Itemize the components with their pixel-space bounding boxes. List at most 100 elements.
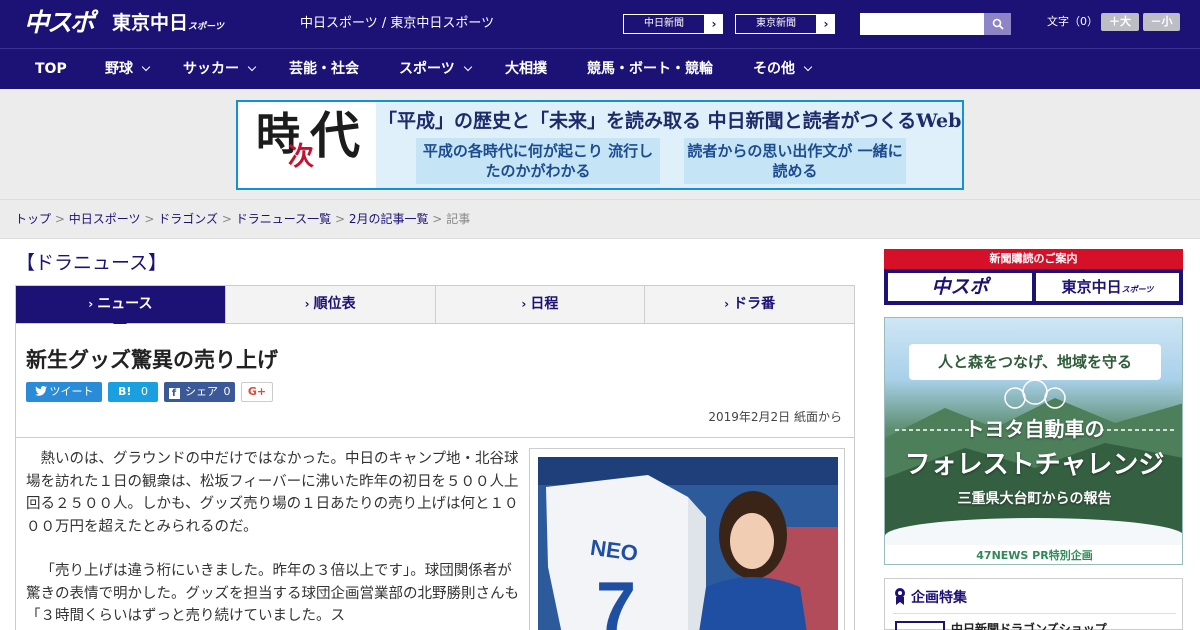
tab-reporter[interactable]: › ドラ番	[645, 286, 854, 323]
nav-label: スポーツ	[399, 61, 455, 77]
nav-item-entertainment[interactable]: 芸能・社会	[289, 49, 359, 89]
tokyo-chunichi-logo[interactable]: 東京中日スポーツ	[112, 10, 224, 40]
chevron-right-icon: ›	[88, 297, 94, 311]
tab-schedule[interactable]: › 日程	[435, 286, 646, 323]
chusupo-logo[interactable]: 中スポ	[24, 8, 95, 38]
chevron-right-icon: ›	[724, 297, 730, 311]
font-smaller-button[interactable]: －小	[1143, 13, 1180, 31]
tab-label: 日程	[530, 296, 559, 312]
article-title: 新生グッズ驚異の売り上げ	[26, 348, 278, 372]
breadcrumb-separator: >	[144, 212, 155, 226]
breadcrumb-separator: >	[432, 212, 443, 226]
chevron-down-icon	[803, 62, 813, 72]
hatena-button[interactable]: B! 0	[108, 382, 158, 402]
search-input[interactable]	[860, 13, 984, 35]
nav-item-racing[interactable]: 競馬・ボート・競輪	[587, 49, 713, 89]
chevron-down-icon	[247, 62, 257, 72]
forest-ad-ribbon: 人と森をつなげ、地域を守る	[909, 344, 1161, 380]
forest-ad-line1: トヨタ自動車の	[964, 417, 1105, 441]
nav-label: 野球	[105, 61, 133, 77]
nav-label: その他	[753, 61, 795, 77]
jidai-banner[interactable]: 時 次 代 「平成」の歴史と「未来」を読み取る 中日新聞と読者がつくるWebサイ…	[236, 100, 964, 190]
tab-label: 順位表	[313, 296, 356, 312]
paper-button-label: 東京新聞	[736, 15, 816, 33]
banner-kanji-3: 代	[310, 106, 360, 165]
article-photo-frame: NEO 7	[529, 448, 845, 630]
tokyo-logo-text: 東京中日	[112, 12, 189, 34]
feature-divider	[893, 613, 1176, 614]
hatena-count: 0	[140, 385, 148, 398]
search-icon	[992, 18, 1004, 30]
main-nav: TOP 野球 サッカー 芸能・社会 スポーツ 大相撲 競馬・ボート・競輪 その他	[0, 48, 1200, 89]
feature-box: 企画特集 中日新聞ドラゴンズショップ	[884, 578, 1183, 630]
nav-item-soccer[interactable]: サッカー	[183, 49, 257, 89]
search-button[interactable]	[984, 13, 1011, 35]
breadcrumb-link[interactable]: 中日スポーツ	[69, 212, 141, 226]
feature-item-link[interactable]: 中日新聞ドラゴンズショップ	[951, 621, 1107, 630]
chevron-down-icon	[463, 62, 472, 72]
nav-item-sumo[interactable]: 大相撲	[505, 49, 547, 89]
nav-item-baseball[interactable]: 野球	[105, 49, 151, 89]
tweet-label: ツイート	[49, 385, 94, 398]
tab-label: ニュース	[97, 296, 153, 312]
tokyo-shimbun-button[interactable]: 東京新聞 ›	[734, 13, 836, 35]
banner-logo: 時 次 代	[238, 102, 376, 188]
chevron-right-icon: ›	[521, 297, 527, 311]
tab-label: ドラ番	[733, 296, 776, 312]
forest-ad-footer: 47NEWS PR特別企画	[885, 545, 1182, 564]
banner-sub-right: 読者からの思い出作文が 一緒に読める	[684, 138, 906, 184]
forest-ad-line3: 三重県大台町からの報告	[957, 491, 1112, 507]
breadcrumb-link[interactable]: ドラニュース一覧	[236, 212, 331, 226]
subscription-chusupo[interactable]: 中スポ	[888, 273, 1032, 301]
breadcrumb-link[interactable]: 2月の記事一覧	[349, 212, 429, 226]
nav-item-sports[interactable]: スポーツ	[399, 49, 472, 89]
banner-headline: 「平成」の歴史と「未来」を読み取る 中日新聞と読者がつくるWebサイト	[378, 110, 964, 132]
forest-ad-line2: フォレストチャレンジ	[904, 450, 1165, 480]
tweet-button[interactable]: ツイート	[26, 382, 102, 402]
ribbon-badge-icon	[895, 588, 905, 605]
top-header: 中スポ 東京中日スポーツ 中日スポーツ / 東京中日スポーツ 中日新聞 › 東京…	[0, 0, 1200, 48]
banner-sub-left: 平成の各時代に何が起こり 流行したのかがわかる	[416, 138, 660, 184]
subscription-tokyo-text: 東京中日	[1061, 278, 1122, 296]
feature-thumbnail[interactable]	[895, 621, 945, 630]
subscription-tokyo[interactable]: 東京中日スポーツ	[1036, 273, 1179, 301]
facebook-icon: f	[168, 388, 180, 399]
breadcrumb: トップ > 中日スポーツ > ドラゴンズ > ドラニュース一覧 > 2月の記事一…	[15, 210, 470, 228]
facebook-share-button[interactable]: f シェア 0	[164, 382, 235, 402]
section-title: 【ドラニュース】	[16, 252, 168, 274]
nav-label: TOP	[35, 61, 67, 77]
tokyo-logo-sub: スポーツ	[188, 22, 224, 32]
paper-button-label: 中日新聞	[624, 15, 704, 33]
tab-news[interactable]: › ニュース	[16, 286, 226, 331]
nav-label: 芸能・社会	[289, 61, 359, 77]
chunichi-shimbun-button[interactable]: 中日新聞 ›	[622, 13, 724, 35]
breadcrumb-separator: >	[54, 212, 65, 226]
nav-label: 競馬・ボート・競輪	[587, 61, 713, 77]
breadcrumb-separator: >	[221, 212, 232, 226]
site-title[interactable]: 中日スポーツ / 東京中日スポーツ	[300, 15, 494, 33]
nav-item-top[interactable]: TOP	[35, 49, 67, 89]
jersey-number: 7	[596, 568, 636, 630]
news-tabs: › ニュース › 順位表 › 日程 › ドラ番	[15, 285, 855, 331]
nav-item-other[interactable]: その他	[753, 49, 813, 89]
forest-challenge-ad[interactable]: 人と森をつなげ、地域を守る トヨタ自動車の フォレストチャレンジ 三重県大台町か…	[884, 317, 1183, 565]
article-paragraph: 熱いのは、グラウンドの中だけではなかった。中日のキャンプ地・北谷球場を訪れた１日…	[26, 451, 519, 535]
twitter-icon	[34, 386, 47, 396]
article-paragraph: 「売り上げは違う桁にいきました。昨年の３倍以上です」。球団関係者が驚きの表情で明…	[26, 563, 519, 624]
breadcrumb-link[interactable]: ドラゴンズ	[158, 212, 218, 226]
breadcrumb-current: 記事	[446, 212, 471, 226]
article-photo[interactable]: NEO 7	[538, 457, 838, 630]
facebook-label: シェア	[185, 385, 218, 398]
tab-standings[interactable]: › 順位表	[225, 286, 436, 323]
snow-decoration	[885, 518, 1182, 548]
article-date: 2019年2月2日 紙面から	[708, 410, 842, 424]
photo-illustration: NEO 7	[538, 457, 838, 630]
chevron-right-icon: ›	[711, 17, 717, 31]
breadcrumb-separator: >	[334, 212, 345, 226]
font-larger-button[interactable]: ＋大	[1101, 13, 1139, 31]
banner-area: 時 次 代 「平成」の歴史と「未来」を読み取る 中日新聞と読者がつくるWebサイ…	[0, 89, 1200, 200]
nav-label: 大相撲	[505, 61, 547, 77]
breadcrumb-link[interactable]: トップ	[15, 212, 51, 226]
subscription-ad[interactable]: 新聞購読のご案内 中スポ 東京中日スポーツ	[884, 249, 1183, 305]
gplus-button[interactable]: G+	[241, 382, 273, 402]
